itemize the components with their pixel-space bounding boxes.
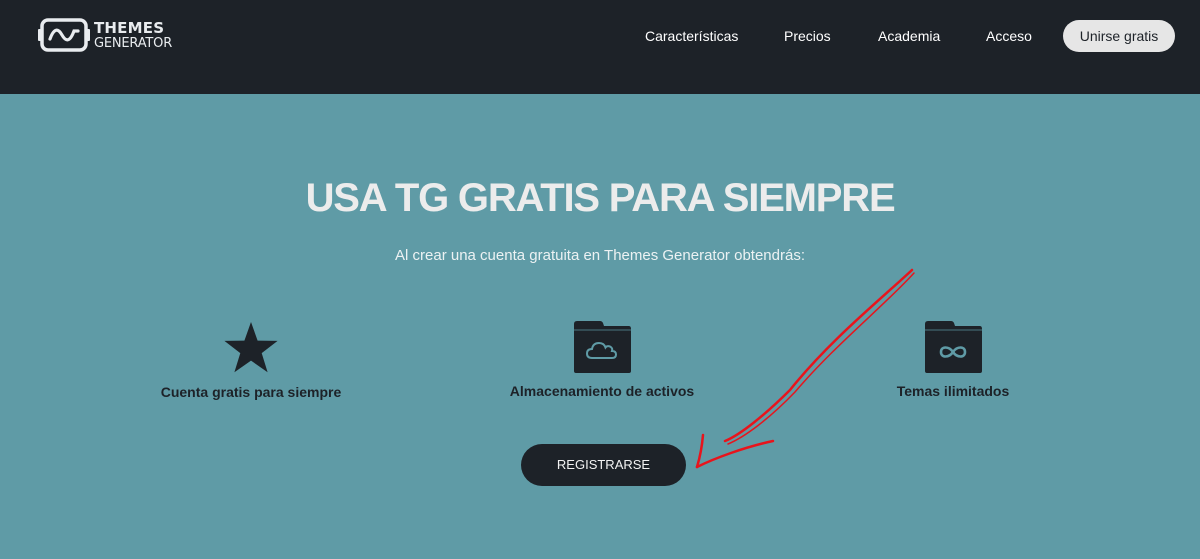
nav-link-precios[interactable]: Precios — [784, 28, 831, 44]
logo-text-line1: THEMES — [94, 18, 165, 37]
logo-icon — [38, 18, 90, 52]
feature-label-unlimited-themes: Temas ilimitados — [896, 383, 1010, 399]
hero-title-bold2: SIEMPRE — [722, 176, 896, 220]
nav-link-academia[interactable]: Academia — [878, 28, 940, 44]
hero-title-part1: USA — [305, 176, 395, 220]
join-free-button[interactable]: Unirse gratis — [1063, 20, 1175, 52]
hero-title: USA TG GRATIS PARA SIEMPRE — [0, 176, 1200, 221]
top-navbar: THEMES GENERATOR Características Precios… — [0, 0, 1200, 94]
nav-link-caracteristicas[interactable]: Características — [645, 28, 738, 44]
infinity-folder-icon — [925, 321, 982, 373]
brand-logo[interactable]: THEMES GENERATOR — [38, 15, 178, 55]
cloud-folder-icon — [574, 321, 631, 373]
logo-text-line2: GENERATOR — [94, 35, 173, 51]
hero-subtitle: Al crear una cuenta gratuita en Themes G… — [395, 247, 805, 264]
register-button[interactable]: REGISTRARSE — [521, 444, 686, 486]
hero-title-bold1: TG — [394, 176, 449, 220]
feature-label-free-account: Cuenta gratis para siempre — [160, 384, 342, 400]
star-icon — [224, 322, 278, 373]
logo-wordmark: THEMES GENERATOR — [94, 18, 173, 51]
feature-label-asset-storage: Almacenamiento de activos — [509, 383, 695, 399]
hero-title-part2: GRATIS PARA — [448, 176, 723, 220]
nav-link-acceso[interactable]: Acceso — [986, 28, 1032, 44]
